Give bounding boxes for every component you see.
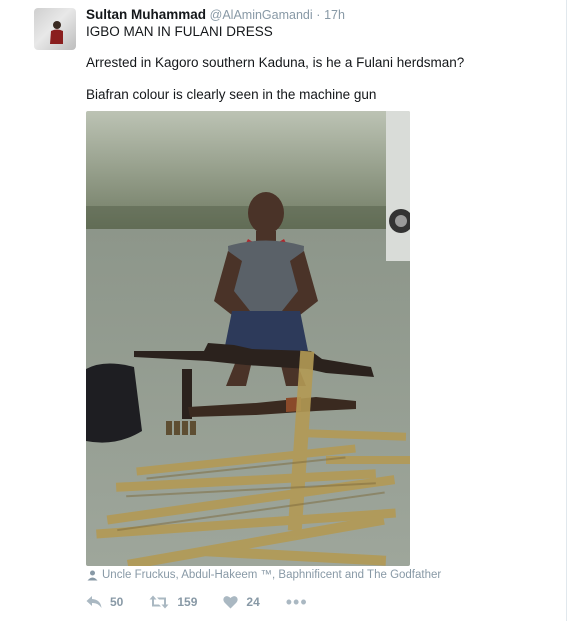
- tweet-text-line-1: IGBO MAN IN FULANI DRESS: [86, 24, 273, 39]
- like-button[interactable]: 24: [223, 595, 260, 609]
- author-name[interactable]: Sultan Muhammad: [86, 7, 206, 22]
- avatar-figure: [50, 21, 63, 44]
- tweet-text-line-3: Biafran colour is clearly seen in the ma…: [86, 87, 377, 102]
- timestamp[interactable]: 17h: [324, 8, 345, 22]
- avatar[interactable]: [34, 8, 76, 50]
- tweet-photo[interactable]: [86, 111, 410, 566]
- like-count: 24: [246, 595, 260, 609]
- tweet-text-line-2: Arrested in Kagoro southern Kaduna, is h…: [86, 55, 465, 70]
- tweet: Sultan Muhammad @AlAminGamandi · 17h IGB…: [0, 0, 574, 621]
- reply-count: 50: [110, 595, 124, 609]
- heart-icon: [223, 596, 239, 609]
- tweet-header: Sultan Muhammad @AlAminGamandi · 17h: [86, 7, 345, 22]
- column-divider: [566, 0, 567, 621]
- retweet-icon: [149, 595, 169, 609]
- tweet-actions: 50 159 24 •••: [86, 592, 308, 612]
- more-icon[interactable]: •••: [286, 593, 308, 611]
- retweet-count: 159: [177, 595, 198, 609]
- reply-icon: [86, 596, 102, 608]
- tagged-people[interactable]: Uncle Fruckus, Abdul-Hakeem ™, Baphnific…: [87, 569, 441, 581]
- retweet-button[interactable]: 159: [149, 595, 197, 609]
- person-icon: [87, 570, 98, 580]
- author-handle[interactable]: @AlAminGamandi: [210, 8, 313, 22]
- separator-dot: ·: [316, 8, 321, 22]
- photo-image: [86, 111, 410, 566]
- reply-button[interactable]: 50: [86, 595, 123, 609]
- tagged-people-text: Uncle Fruckus, Abdul-Hakeem ™, Baphnific…: [102, 569, 442, 581]
